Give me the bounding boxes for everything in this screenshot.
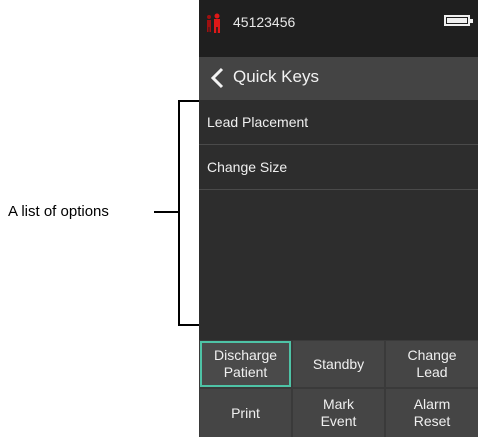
change-lead-button[interactable]: Change Lead: [386, 341, 478, 387]
alarm-reset-button[interactable]: Alarm Reset: [386, 389, 478, 437]
battery-icon: [444, 15, 473, 26]
list-item-lead-placement[interactable]: Lead Placement: [199, 100, 478, 145]
print-button[interactable]: Print: [200, 389, 291, 437]
list-item-change-size[interactable]: Change Size: [199, 145, 478, 190]
mark-event-button[interactable]: Mark Event: [293, 389, 384, 437]
patient-id: 45123456: [233, 14, 296, 30]
title-bar: Quick Keys: [199, 57, 478, 100]
options-list: Lead Placement Change Size: [199, 100, 478, 340]
standby-button[interactable]: Standby: [293, 341, 384, 387]
annotation-label: A list of options: [8, 203, 109, 220]
softkey-bar: Discharge Patient Standby Change Lead Prin…: [199, 340, 478, 437]
device-screen: 45123456 Quick Keys Lead Placement Chang…: [199, 0, 478, 437]
patient-icon: [207, 13, 220, 33]
status-bar: 45123456: [199, 0, 478, 57]
chevron-left-icon[interactable]: [209, 67, 225, 89]
page-title: Quick Keys: [233, 67, 319, 86]
discharge-patient-button[interactable]: Discharge Patient: [200, 341, 291, 387]
